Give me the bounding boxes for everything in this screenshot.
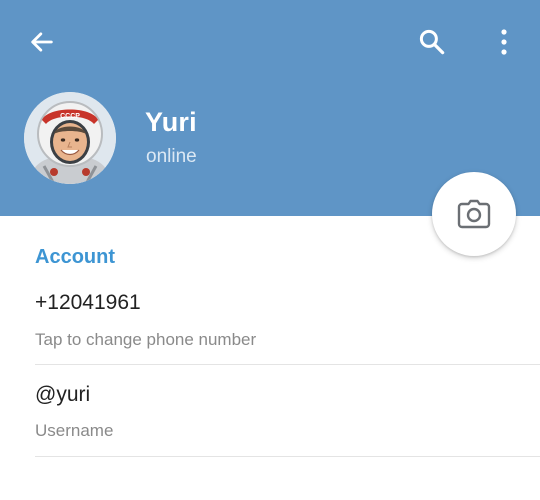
settings-screen: CCCP Yuri online Account +12041961 Tap t… <box>0 0 540 500</box>
row-divider <box>35 456 540 457</box>
set-photo-button[interactable] <box>432 172 516 256</box>
phone-number-value: +12041961 <box>35 291 141 314</box>
search-button[interactable] <box>410 22 454 62</box>
profile-status: online <box>146 146 197 167</box>
arrow-left-icon <box>31 32 53 52</box>
row-divider <box>35 364 540 365</box>
more-vertical-icon <box>501 29 507 55</box>
svg-text:CCCP: CCCP <box>60 113 80 120</box>
username-row[interactable] <box>0 366 540 456</box>
username-value: @yuri <box>35 383 91 406</box>
camera-icon <box>457 199 491 229</box>
more-options-button[interactable] <box>484 22 524 62</box>
profile-name: Yuri <box>145 107 197 137</box>
account-section-title: Account <box>35 246 115 268</box>
phone-number-caption: Tap to change phone number <box>35 330 257 349</box>
astronaut-avatar-image: CCCP <box>24 92 116 184</box>
avatar[interactable]: CCCP <box>24 92 116 184</box>
back-button[interactable] <box>20 22 64 62</box>
search-icon <box>419 29 445 55</box>
username-caption: Username <box>35 421 114 440</box>
